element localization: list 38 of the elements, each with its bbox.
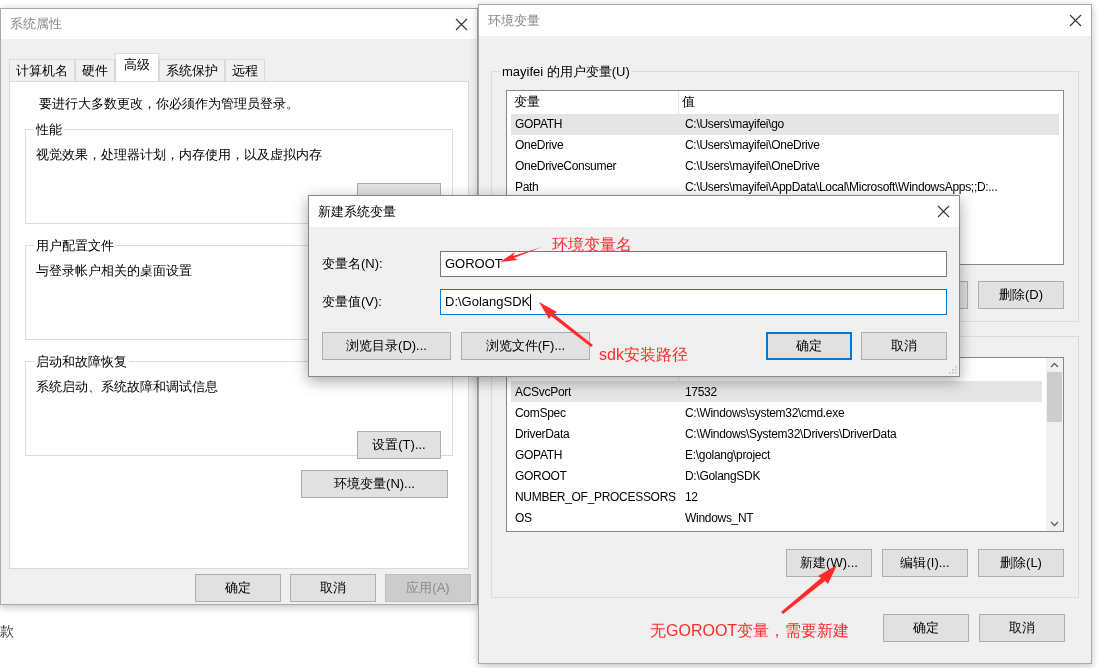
table-cell-text: C:\Users\mayifei\OneDrive xyxy=(684,158,820,175)
table-cell-text: E:\golang\project xyxy=(684,446,770,464)
table-cell-text: OneDrive xyxy=(514,137,565,154)
table-cell-text: DriverData xyxy=(514,425,571,443)
field-label: 变量名(N): xyxy=(321,255,384,274)
group-description: 与登录帐户相关的桌面设置 xyxy=(36,262,192,280)
background-text: 款 xyxy=(0,622,14,641)
notice-text: 要进行大多数更改，你必须作为管理员登录。 xyxy=(38,95,300,113)
window-title: 新建系统变量 xyxy=(318,202,396,221)
table-cell-text: OS xyxy=(514,509,533,527)
table-cell-text: Path xyxy=(514,179,540,196)
table-cell-text: C:\Users\mayifei\AppData\Local\Microsoft\WindowsApps;;D:... xyxy=(684,179,998,196)
table-cell-text: ACSvcPort xyxy=(514,383,573,401)
table-cell-text: GOPATH xyxy=(514,116,564,133)
table-cell-text: Windows_NT xyxy=(684,509,754,527)
table-cell-text: C:\Users\mayifei\OneDrive xyxy=(684,137,820,154)
table-cell-text: C:\Users\mayifei\go xyxy=(684,116,784,133)
table-cell-text: NUMBER_OF_PROCESSORS xyxy=(514,488,677,506)
window-title: 系统属性 xyxy=(10,15,62,34)
annotation-text: sdk安装路径 xyxy=(599,345,688,365)
group-title: mayifei 的用户变量(U) xyxy=(501,63,631,81)
table-cell-text: C:\Windows\System32\Drivers\DriverData xyxy=(684,425,897,443)
group-title: 性能 xyxy=(35,120,63,139)
table-cell-text: GOPATH xyxy=(514,446,564,464)
group-title: 启动和故障恢复 xyxy=(35,352,128,371)
table-cell-text: ComSpec xyxy=(514,404,567,422)
table-cell-text: D:\GolangSDK xyxy=(684,467,761,485)
table-cell-text: OneDriveConsumer xyxy=(514,158,618,175)
table-cell-text: 17532 xyxy=(684,383,717,401)
field-label: 变量值(V): xyxy=(321,293,383,312)
window-title: 环境变量 xyxy=(488,11,540,30)
table-cell-text: 12 xyxy=(684,488,698,506)
group-title: 用户配置文件 xyxy=(35,236,115,255)
group-description: 系统启动、系统故障和调试信息 xyxy=(36,378,218,396)
group-description: 视觉效果，处理器计划，内存使用，以及虚拟内存 xyxy=(36,146,322,164)
table-cell-text: C:\Windows\system32\cmd.exe xyxy=(684,404,845,422)
annotation-text: 无GOROOT变量，需要新建 xyxy=(650,621,850,641)
table-cell-text: GOROOT xyxy=(514,467,568,485)
